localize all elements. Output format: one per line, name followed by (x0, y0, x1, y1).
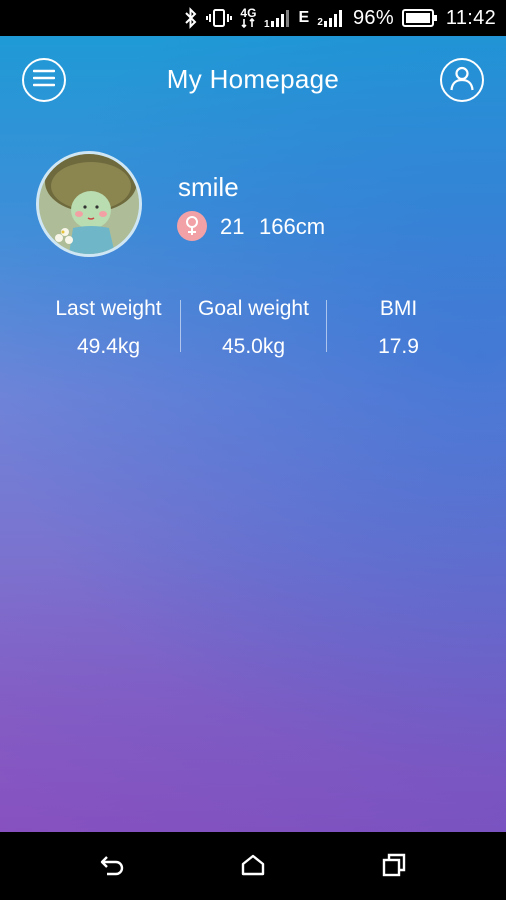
avatar-illustration (39, 154, 139, 254)
page-title: My Homepage (166, 64, 340, 94)
user-icon (449, 65, 475, 96)
bmi-label: BMI (379, 297, 418, 320)
edge-icon: E (298, 9, 310, 26)
battery-icon (401, 7, 438, 29)
weight-stats: Last weight 49.4kg Goal weight 45.0kg BM… (36, 294, 472, 364)
goal-weight-stat: Goal weight 45.0kg (181, 294, 326, 362)
bluetooth-icon (184, 7, 198, 29)
profile-button[interactable] (440, 58, 484, 102)
system-nav-bar (0, 832, 506, 900)
homepage-content: My Homepage smile 21 166cm Last weight 4… (0, 36, 506, 832)
goal-weight-label: Goal weight (198, 297, 309, 320)
vibrate-icon (206, 7, 233, 29)
home-icon (240, 853, 266, 882)
clock: 11:42 (445, 6, 496, 29)
recent-apps-icon (381, 852, 407, 883)
app-screen: 4G 1 E 2 96% 11:42 My Homepage smile 21 … (0, 0, 506, 900)
user-height: 166cm (259, 214, 326, 239)
4g-data-icon: 4G (240, 7, 256, 29)
back-icon (99, 853, 127, 882)
svg-text:1: 1 (264, 19, 270, 29)
bmi-value: 17.9 (378, 335, 419, 358)
recent-apps-button[interactable] (379, 852, 409, 882)
female-icon (177, 211, 207, 241)
battery-percent: 96% (352, 6, 394, 29)
back-button[interactable] (98, 852, 128, 882)
bmi-stat: BMI 17.9 (326, 294, 471, 362)
status-bar: 4G 1 E 2 96% 11:42 (0, 0, 506, 36)
user-age: 21 (220, 214, 245, 239)
signal-sim2-icon: 2 (317, 7, 345, 29)
app-header: My Homepage (0, 36, 506, 126)
username: smile (178, 172, 239, 202)
signal-icon: 1 (264, 7, 290, 29)
last-weight-stat: Last weight 49.4kg (36, 294, 181, 362)
last-weight-label: Last weight (55, 297, 162, 320)
home-button[interactable] (238, 852, 268, 882)
avatar[interactable] (36, 151, 142, 257)
last-weight-value: 49.4kg (76, 335, 141, 358)
goal-weight-value: 45.0kg (221, 335, 286, 358)
